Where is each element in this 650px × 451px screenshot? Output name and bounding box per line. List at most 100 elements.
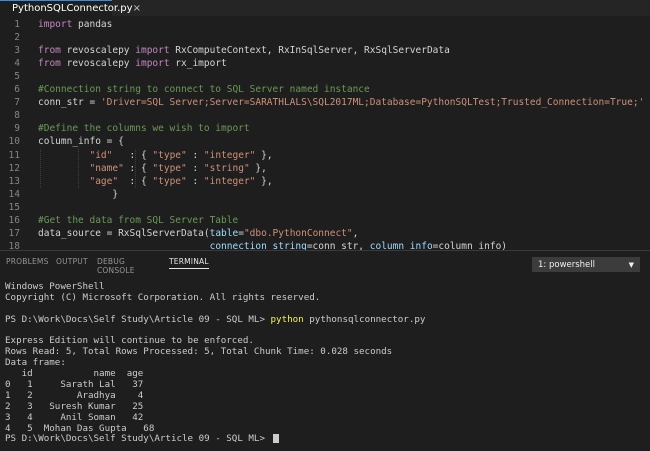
code-token: table	[209, 227, 239, 239]
terminal-text: Copyright (C) Microsoft Corporation. All…	[5, 291, 321, 303]
code-line[interactable]: 13 "age" : { "type" : "integer" },	[0, 175, 650, 188]
code-line[interactable]: 6 #Connection string to connect to SQL Se…	[0, 83, 650, 96]
code-token: "integer"	[203, 175, 256, 187]
code-text: "age" : { "type" : "integer" },	[38, 175, 272, 188]
terminal-output[interactable]: Windows PowerShell Copyright (C) Microsof…	[5, 281, 645, 445]
line-number: 12	[8, 162, 20, 174]
line-number: 6	[14, 84, 20, 96]
code-line[interactable]: 4 from revoscalepy import rx_import	[0, 57, 650, 70]
code-text: data_source = RxSqlServerData(table="dbo…	[38, 227, 358, 240]
code-text: import pandas	[38, 18, 112, 31]
tab-problems[interactable]: PROBLEMS	[6, 257, 49, 266]
terminal-line: PS D:\Work\Docs\Self Study\Article 09 - …	[5, 434, 645, 445]
code-token: import	[135, 45, 170, 57]
terminal-line: Copyright (C) Microsoft Corporation. All…	[5, 291, 645, 304]
terminal-select-value: 1: powershell	[538, 259, 596, 270]
line-number: 4	[14, 58, 20, 70]
code-token: "age"	[89, 175, 119, 187]
editor-tab-bar: PythonSQLConnector.py ×	[0, 0, 650, 16]
code-line[interactable]: 2	[0, 31, 650, 44]
code-line[interactable]: 8	[0, 109, 650, 122]
code-line[interactable]: 17 data_source = RxSqlServerData(table="d…	[0, 227, 650, 240]
code-token: :	[186, 175, 204, 187]
terminal-text: 3 4 Anil Soman 42	[5, 411, 144, 423]
terminal-text: 2 3 Suresh Kumar 25	[5, 400, 144, 412]
code-token: =conn_str,	[306, 240, 370, 250]
code-token: "type"	[152, 149, 187, 161]
code-text: "id" : { "type" : "integer" },	[38, 149, 272, 162]
code-line[interactable]: 16 #Get the data from SQL Server Table	[0, 214, 650, 227]
tab-title: PythonSQLConnector.py	[12, 3, 133, 14]
terminal-text: 1 2 Aradhya 4	[5, 389, 144, 401]
code-token: rx_import	[169, 58, 227, 70]
code-token: RxComputeContext, RxInSqlServer, RxSqlSe…	[169, 45, 450, 57]
code-line[interactable]: 18 connection_string=conn_str, column_in…	[0, 240, 650, 250]
line-number: 10	[8, 136, 20, 148]
code-line[interactable]: 15	[0, 201, 650, 214]
code-token: "string"	[203, 162, 250, 174]
code-line[interactable]: 11 "id" : { "type" : "integer" },	[0, 149, 650, 162]
terminal-text: Rows Read: 5, Total Rows Processed: 5, T…	[5, 346, 393, 358]
code-token: revoscalepy	[60, 45, 136, 57]
code-text: }	[38, 188, 118, 201]
close-icon[interactable]: ×	[133, 3, 141, 14]
code-text: #Get the data from SQL Server Table	[38, 214, 238, 227]
code-token: "dbo.PythonConnect"	[243, 227, 353, 239]
line-number: 17	[8, 227, 20, 239]
line-number: 2	[14, 32, 20, 44]
code-line[interactable]: 14 }	[0, 188, 650, 201]
code-text: #Define the columns we wish to import	[38, 122, 250, 135]
line-number: 7	[14, 97, 20, 109]
code-token: pandas	[72, 19, 113, 30]
line-number: 3	[14, 45, 20, 57]
code-line[interactable]: 5	[0, 70, 650, 83]
terminal-select[interactable]: 1: powershell ▼	[532, 257, 640, 272]
code-token: import	[135, 58, 170, 70]
line-number: 18	[8, 240, 20, 250]
code-text: column_info = {	[38, 135, 124, 148]
code-token: : {	[112, 149, 153, 161]
code-token: "type"	[152, 175, 187, 187]
code-line[interactable]: 3 from revoscalepy import RxComputeContex…	[0, 44, 650, 57]
line-number: 13	[8, 175, 20, 187]
line-number: 16	[8, 214, 20, 226]
code-line[interactable]: 10 column_info = {	[0, 135, 650, 148]
line-number: 9	[14, 123, 20, 135]
terminal-text: PS D:\Work\Docs\Self Study\Article 09 - …	[5, 433, 271, 445]
code-line[interactable]: 9 #Define the columns we wish to import	[0, 122, 650, 135]
line-number: 14	[8, 188, 20, 200]
terminal-line: Rows Read: 5, Total Rows Processed: 5, T…	[5, 346, 645, 358]
bottom-panel: PROBLEMS OUTPUT DEBUG CONSOLE TERMINAL 1…	[0, 250, 650, 451]
code-line[interactable]: 12 "name" : { "type" : "string" },	[0, 162, 650, 175]
code-line[interactable]: 7 conn_str = 'Driver=SQL Server;Server=SA…	[0, 96, 650, 109]
code-token: :	[186, 162, 204, 174]
indent-guide	[40, 148, 42, 188]
code-token: "id"	[89, 149, 113, 161]
code-token: 'Driver=SQL Server;Server=SARATHLALS\SQL…	[100, 97, 645, 109]
terminal-text: Windows PowerShell	[5, 281, 105, 292]
code-text: connection_string=conn_str, column_info=…	[38, 240, 507, 250]
code-text: from revoscalepy import rx_import	[38, 57, 227, 70]
indent-guide	[78, 148, 80, 188]
terminal-text: Data frame:	[5, 357, 66, 369]
code-text: conn_str = 'Driver=SQL Server;Server=SAR…	[38, 96, 644, 109]
terminal-text: id name age	[5, 368, 144, 380]
code-text: #Connection string to connect to SQL Ser…	[38, 83, 370, 96]
tab-terminal[interactable]: TERMINAL	[169, 257, 209, 269]
code-token: column_info	[369, 240, 433, 250]
terminal-text: 0 1 Sarath Lal 37	[5, 379, 144, 391]
code-editor[interactable]: 1 import pandas 2 3 from revoscalepy import …	[0, 16, 650, 250]
tab-debug-console[interactable]: DEBUG CONSOLE	[97, 257, 135, 275]
tab-pythonsqlconnector[interactable]: PythonSQLConnector.py ×	[0, 0, 141, 16]
code-token: "type"	[152, 162, 187, 174]
tab-output[interactable]: OUTPUT	[56, 257, 88, 266]
code-token: import	[38, 19, 73, 30]
code-token: from	[38, 58, 61, 70]
code-line[interactable]: 1 import pandas	[0, 18, 650, 31]
code-text: from revoscalepy import RxComputeContext…	[38, 44, 450, 57]
command-keyword: python	[270, 313, 304, 325]
terminal-text: 4 5 Mohan Das Gupta 68	[5, 422, 155, 434]
